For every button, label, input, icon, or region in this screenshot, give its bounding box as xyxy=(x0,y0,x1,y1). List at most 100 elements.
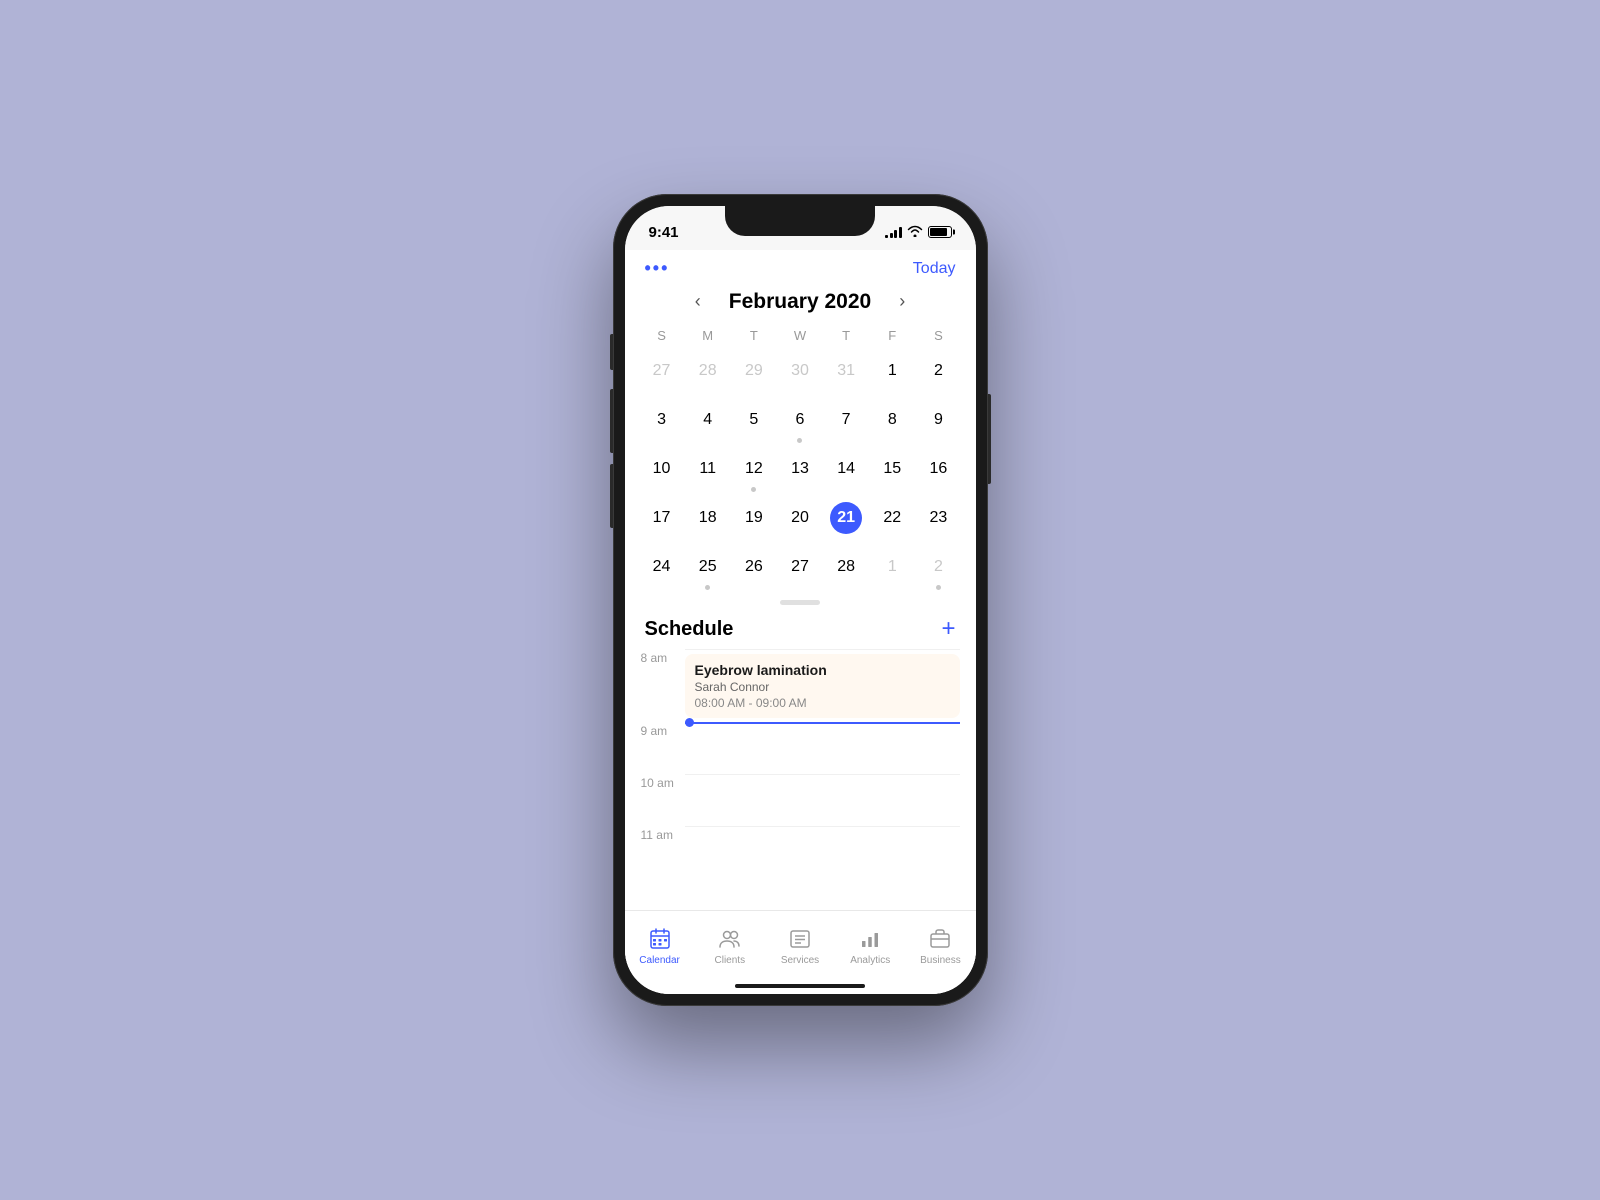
drag-handle[interactable] xyxy=(780,600,820,605)
day-headers: S M T W T F S xyxy=(639,324,962,347)
calendar-day[interactable]: 10 xyxy=(639,449,685,496)
calendar-day[interactable]: 7 xyxy=(823,400,869,447)
calendar-day[interactable]: 20 xyxy=(777,498,823,545)
day-header-fri: F xyxy=(869,324,915,347)
time-label-9am: 9 am xyxy=(641,722,685,738)
signal-icon xyxy=(885,226,902,238)
time-row-9am: 9 am xyxy=(641,722,960,774)
battery-icon xyxy=(928,226,952,238)
time-label-10am: 10 am xyxy=(641,774,685,790)
calendar-day[interactable]: 21 xyxy=(823,498,869,545)
event-card[interactable]: Eyebrow lamination Sarah Connor 08:00 AM… xyxy=(685,654,960,718)
top-bar: ••• Today xyxy=(625,250,976,283)
calendar-day[interactable]: 4 xyxy=(685,400,731,447)
event-title: Eyebrow lamination xyxy=(695,662,950,678)
calendar-day[interactable]: 31 xyxy=(823,351,869,398)
analytics-icon xyxy=(858,927,882,951)
tab-business[interactable]: Business xyxy=(905,927,975,966)
calendar-day[interactable]: 8 xyxy=(869,400,915,447)
calendar-day[interactable]: 17 xyxy=(639,498,685,545)
calendar-day[interactable]: 11 xyxy=(685,449,731,496)
calendar-day[interactable]: 29 xyxy=(731,351,777,398)
calendar-day[interactable]: 9 xyxy=(915,400,961,447)
calendar-grid: S M T W T F S 27282930311234567891011121… xyxy=(625,324,976,594)
tab-analytics-label: Analytics xyxy=(850,955,890,966)
calendar-day[interactable]: 6 xyxy=(777,400,823,447)
tab-services-label: Services xyxy=(781,955,819,966)
calendar-day[interactable]: 19 xyxy=(731,498,777,545)
time-line-10am xyxy=(685,774,960,826)
calendar-day[interactable]: 26 xyxy=(731,547,777,594)
phone-shell: 9:41 xyxy=(613,194,988,1006)
app-content: ••• Today ‹ February 2020 › S M T W T F … xyxy=(625,250,976,994)
day-header-mon: M xyxy=(685,324,731,347)
next-month-button[interactable]: › xyxy=(891,287,913,316)
tab-bar: Calendar Clients xyxy=(625,910,976,994)
calendar-day[interactable]: 1 xyxy=(869,351,915,398)
volume-up-button xyxy=(610,389,613,453)
status-icons xyxy=(885,225,952,240)
time-line-11am xyxy=(685,826,960,878)
mute-button xyxy=(610,334,613,370)
time-line-9am xyxy=(685,722,960,774)
day-header-tue: T xyxy=(731,324,777,347)
event-client: Sarah Connor xyxy=(695,680,950,694)
tab-business-label: Business xyxy=(920,955,961,966)
calendar-day[interactable]: 2 xyxy=(915,351,961,398)
calendar-day[interactable]: 14 xyxy=(823,449,869,496)
calendar-day[interactable]: 22 xyxy=(869,498,915,545)
schedule-header: Schedule + xyxy=(625,615,976,649)
calendar-day[interactable]: 13 xyxy=(777,449,823,496)
time-slots: 8 am Eyebrow lamination Sarah Connor 08:… xyxy=(625,649,976,878)
tab-calendar[interactable]: Calendar xyxy=(625,927,695,966)
screen: 9:41 xyxy=(625,206,976,994)
more-options-button[interactable]: ••• xyxy=(645,258,670,279)
time-line-8am: Eyebrow lamination Sarah Connor 08:00 AM… xyxy=(685,649,960,722)
calendar-icon xyxy=(648,927,672,951)
calendar-day[interactable]: 30 xyxy=(777,351,823,398)
calendar-day[interactable]: 2 xyxy=(915,547,961,594)
day-header-wed: W xyxy=(777,324,823,347)
calendar-day[interactable]: 5 xyxy=(731,400,777,447)
calendar-day[interactable]: 28 xyxy=(685,351,731,398)
calendar-day[interactable]: 1 xyxy=(869,547,915,594)
schedule-title: Schedule xyxy=(645,618,734,641)
calendar-day[interactable]: 3 xyxy=(639,400,685,447)
calendar-day[interactable]: 23 xyxy=(915,498,961,545)
time-row-8am: 8 am Eyebrow lamination Sarah Connor 08:… xyxy=(641,649,960,722)
today-button[interactable]: Today xyxy=(913,260,956,278)
tab-clients[interactable]: Clients xyxy=(695,927,765,966)
calendar-day[interactable]: 25 xyxy=(685,547,731,594)
home-indicator xyxy=(735,984,865,988)
tab-analytics[interactable]: Analytics xyxy=(835,927,905,966)
calendar-day[interactable]: 27 xyxy=(777,547,823,594)
month-header: ‹ February 2020 › xyxy=(625,283,976,324)
time-label-8am: 8 am xyxy=(641,649,685,665)
time-row-11am: 11 am xyxy=(641,826,960,878)
status-time: 9:41 xyxy=(649,224,679,241)
add-event-button[interactable]: + xyxy=(941,617,955,641)
services-icon xyxy=(788,927,812,951)
calendar-day[interactable]: 12 xyxy=(731,449,777,496)
calendar-day[interactable]: 24 xyxy=(639,547,685,594)
day-header-sat: S xyxy=(915,324,961,347)
current-time-line xyxy=(685,722,960,724)
prev-month-button[interactable]: ‹ xyxy=(687,287,709,316)
business-icon xyxy=(928,927,952,951)
calendar-day[interactable]: 18 xyxy=(685,498,731,545)
wifi-icon xyxy=(907,225,923,240)
calendar-day[interactable]: 28 xyxy=(823,547,869,594)
tab-clients-label: Clients xyxy=(715,955,746,966)
calendar-day[interactable]: 15 xyxy=(869,449,915,496)
calendar-day[interactable]: 16 xyxy=(915,449,961,496)
time-row-10am: 10 am xyxy=(641,774,960,826)
power-button xyxy=(988,394,991,484)
tab-services[interactable]: Services xyxy=(765,927,835,966)
drag-handle-area xyxy=(625,594,976,615)
time-label-11am: 11 am xyxy=(641,826,685,842)
day-header-sun: S xyxy=(639,324,685,347)
day-header-thu: T xyxy=(823,324,869,347)
calendar-day[interactable]: 27 xyxy=(639,351,685,398)
month-title: February 2020 xyxy=(729,290,871,314)
volume-down-button xyxy=(610,464,613,528)
